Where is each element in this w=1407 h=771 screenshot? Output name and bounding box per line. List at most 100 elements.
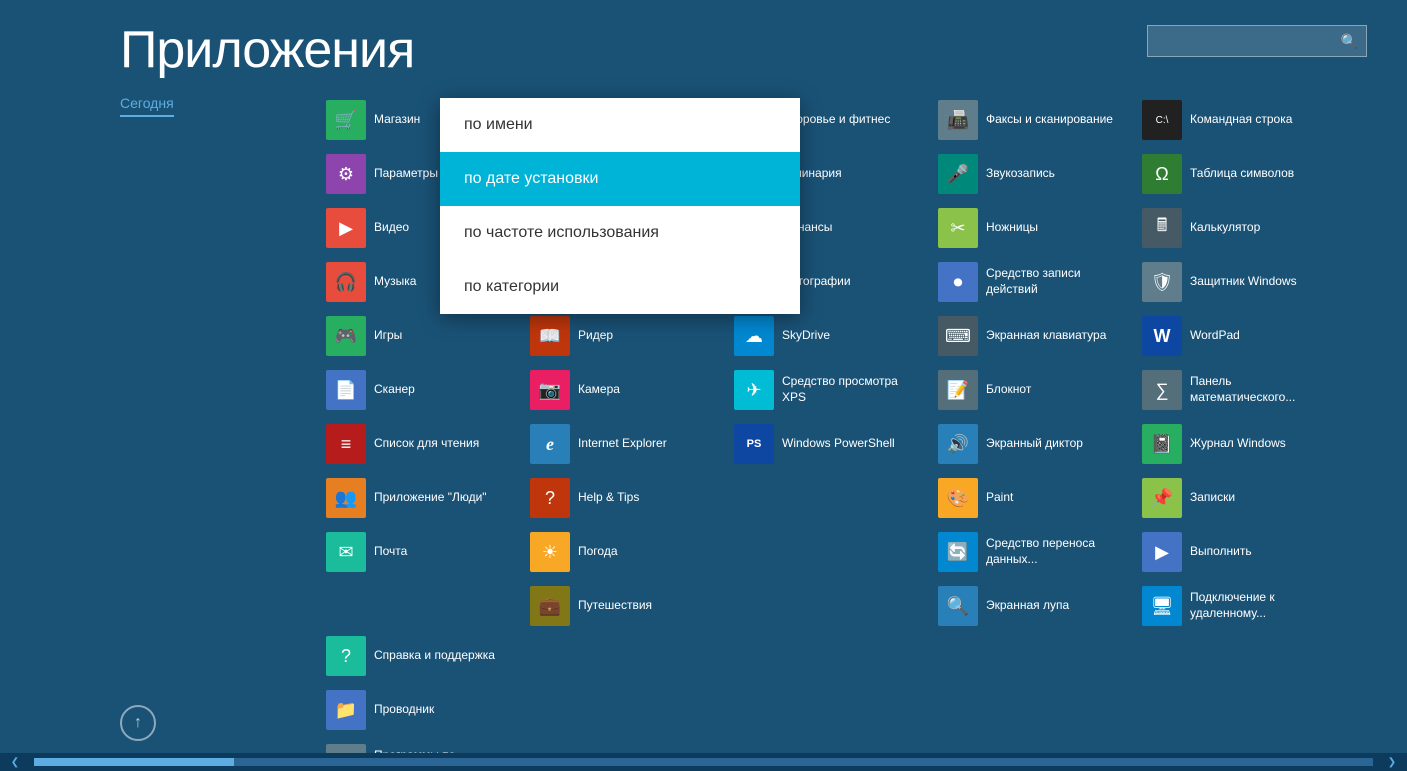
app-wordpad[interactable]: W WordPad [1136, 311, 1336, 361]
app-scanner-label: Сканер [374, 382, 415, 398]
app-magnifier[interactable]: 🔍 Экранная лупа [932, 581, 1132, 631]
sort-by-freq[interactable]: по частоте использования [440, 206, 800, 260]
app-weather[interactable]: ☀ Погода [524, 527, 724, 577]
app-notepad-label: Блокнот [986, 382, 1031, 398]
help2-icon: ? [326, 636, 366, 676]
sidebar: Сегодня [120, 90, 320, 761]
app-xps[interactable]: ✈ Средство просмотра XPS [728, 365, 928, 415]
app-explorer[interactable]: 📁 Проводник [320, 685, 520, 735]
search-input[interactable] [1156, 34, 1341, 49]
app-transfer[interactable]: 🔄 Средство переноса данных... [932, 527, 1132, 577]
sidebar-label: Сегодня [120, 95, 174, 117]
app-faxscan[interactable]: 📠 Факсы и сканирование [932, 95, 1132, 145]
app-calc2-label: Калькулятор [1190, 220, 1260, 236]
app-defender-label: Защитник Windows [1190, 274, 1297, 290]
search-icon[interactable]: 🔍 [1341, 33, 1358, 50]
app-scissors[interactable]: ✂ Ножницы [932, 203, 1132, 253]
app-charmap[interactable]: Ω Таблица символов [1136, 149, 1336, 199]
notepad-icon: 📝 [938, 370, 978, 410]
app-notes[interactable]: 📌 Записки [1136, 473, 1336, 523]
calc2-icon: 🖩 [1142, 208, 1182, 248]
app-help2-label: Справка и поддержка [374, 648, 495, 664]
transfer-icon: 🔄 [938, 532, 978, 572]
app-paint[interactable]: 🎨 Paint [932, 473, 1132, 523]
app-steps-label: Средство записи действий [986, 266, 1126, 297]
app-voice[interactable]: 🎤 Звукозапись [932, 149, 1132, 199]
scroll-track[interactable] [34, 758, 1373, 766]
app-keyboard-label: Экранная клавиатура [986, 328, 1106, 344]
col-6: ? Справка и поддержка 📁 Проводник ✔ Прог… [320, 631, 520, 761]
scroll-up-button[interactable]: ↑ [120, 705, 156, 741]
app-ie[interactable]: e Internet Explorer [524, 419, 724, 469]
app-dictation-label: Экранный диктор [986, 436, 1083, 452]
app-mail-label: Почта [374, 544, 407, 560]
app-help[interactable]: ? Help & Tips [524, 473, 724, 523]
weather-icon: ☀ [530, 532, 570, 572]
scroll-right-arrow[interactable]: ❯ [1377, 753, 1407, 771]
app-camera-label: Камера [578, 382, 620, 398]
app-powershell[interactable]: PS Windows PowerShell [728, 419, 928, 469]
app-notepad[interactable]: 📝 Блокнот [932, 365, 1132, 415]
app-ie-label: Internet Explorer [578, 436, 667, 452]
app-cmd[interactable]: C:\ Командная строка [1136, 95, 1336, 145]
music-icon: 🎧 [326, 262, 366, 302]
app-reading[interactable]: ≡ Список для чтения [320, 419, 520, 469]
app-dictation[interactable]: 🔊 Экранный диктор [932, 419, 1132, 469]
app-xps-label: Средство просмотра XPS [782, 374, 922, 405]
params-icon: ⚙ [326, 154, 366, 194]
app-connect[interactable]: 🖥 Подключение к удаленному... [1136, 581, 1336, 631]
app-skydrive[interactable]: ☁ SkyDrive [728, 311, 928, 361]
app-games-label: Игры [374, 328, 402, 344]
app-faxscan-label: Факсы и сканирование [986, 112, 1113, 128]
app-store-label: Магазин [374, 112, 420, 128]
steps-icon: ⏺ [938, 262, 978, 302]
app-travel[interactable]: 💼 Путешествия [524, 581, 724, 631]
app-charmap-label: Таблица символов [1190, 166, 1294, 182]
app-explorer-label: Проводник [374, 702, 434, 718]
math-icon: ∑ [1142, 370, 1182, 410]
app-camera[interactable]: 📷 Камера [524, 365, 724, 415]
app-people[interactable]: 👥 Приложение "Люди" [320, 473, 520, 523]
app-journal[interactable]: 📓 Журнал Windows [1136, 419, 1336, 469]
app-magnifier-label: Экранная лупа [986, 598, 1069, 614]
cmd-icon: C:\ [1142, 100, 1182, 140]
app-math[interactable]: ∑ Панель математического... [1136, 365, 1336, 415]
scroll-left-arrow[interactable]: ❮ [0, 753, 30, 771]
help-icon: ? [530, 478, 570, 518]
app-people-label: Приложение "Люди" [374, 490, 487, 506]
app-paint-label: Paint [986, 490, 1013, 506]
connect-icon: 🖥 [1142, 586, 1182, 626]
mail-icon: ✉ [326, 532, 366, 572]
ie-icon: e [530, 424, 570, 464]
sort-by-name[interactable]: по имени [440, 98, 800, 152]
app-reading-label: Список для чтения [374, 436, 479, 452]
search-box[interactable]: 🔍 [1147, 25, 1367, 57]
explorer-icon: 📁 [326, 690, 366, 730]
app-video-label: Видео [374, 220, 409, 236]
notes-icon: 📌 [1142, 478, 1182, 518]
sort-by-cat[interactable]: по категории [440, 260, 800, 314]
app-run[interactable]: ▶ Выполнить [1136, 527, 1336, 577]
app-calc2[interactable]: 🖩 Калькулятор [1136, 203, 1336, 253]
reader-icon: 📖 [530, 316, 570, 356]
app-mail[interactable]: ✉ Почта [320, 527, 520, 577]
app-games[interactable]: 🎮 Игры [320, 311, 520, 361]
app-keyboard[interactable]: ⌨ Экранная клавиатура [932, 311, 1132, 361]
travel-icon: 💼 [530, 586, 570, 626]
header: Приложения 🔍 [0, 0, 1407, 90]
run-icon: ▶ [1142, 532, 1182, 572]
app-reader[interactable]: 📖 Ридер [524, 311, 724, 361]
app-transfer-label: Средство переноса данных... [986, 536, 1126, 567]
app-defender[interactable]: 🛡 Защитник Windows [1136, 257, 1336, 307]
app-connect-label: Подключение к удаленному... [1190, 590, 1330, 621]
sort-by-date[interactable]: по дате установки [440, 152, 800, 206]
app-run-label: Выполнить [1190, 544, 1252, 560]
games-icon: 🎮 [326, 316, 366, 356]
app-scanner[interactable]: 📄 Сканер [320, 365, 520, 415]
app-steps[interactable]: ⏺ Средство записи действий [932, 257, 1132, 307]
app-help2[interactable]: ? Справка и поддержка [320, 631, 520, 681]
scrollbar: ❮ ❯ [0, 753, 1407, 771]
powershell-icon: PS [734, 424, 774, 464]
scroll-thumb[interactable] [34, 758, 234, 766]
scissors-icon: ✂ [938, 208, 978, 248]
